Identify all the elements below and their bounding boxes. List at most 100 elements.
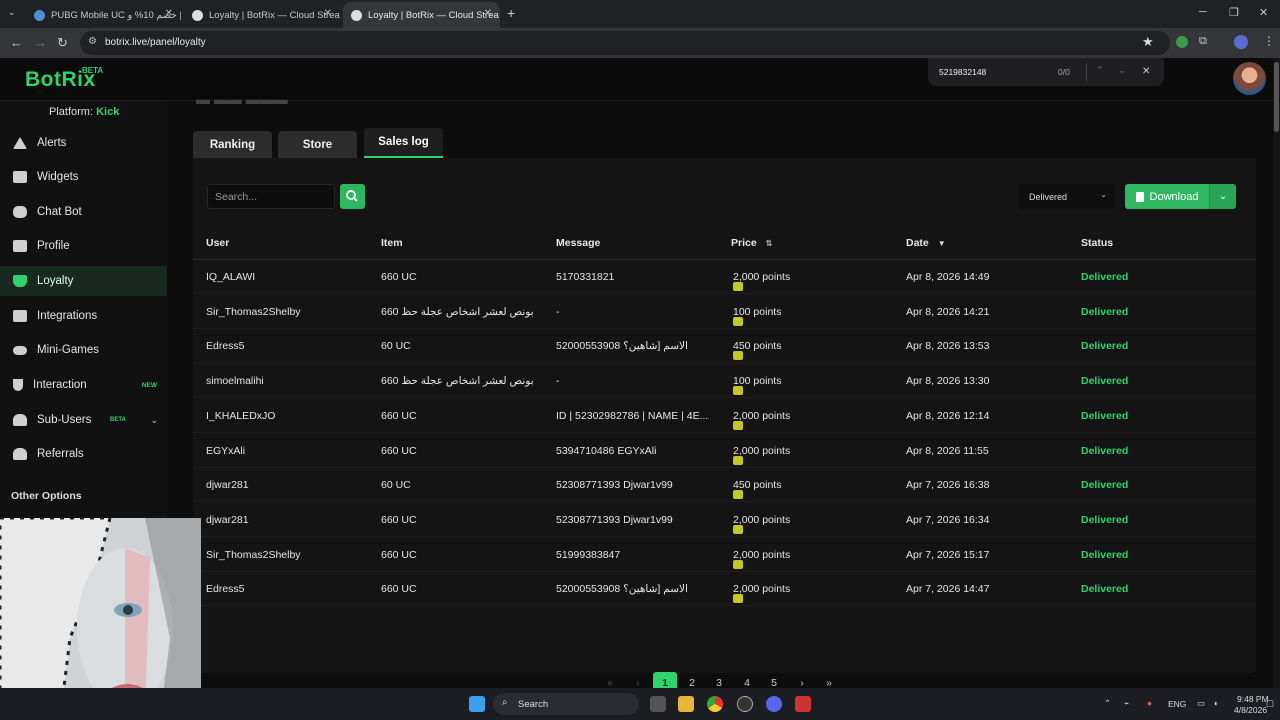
page-scrollbar[interactable] [1273, 58, 1280, 688]
close-tab-icon[interactable]: ✕ [165, 8, 173, 19]
sidebar-item-loyalty[interactable]: Loyalty [0, 266, 167, 296]
display-icon[interactable]: ▭ [1197, 698, 1205, 709]
sidebar-item-profile[interactable]: Profile [0, 231, 167, 261]
next-page-button[interactable]: › [790, 672, 814, 688]
search-input[interactable] [207, 184, 335, 209]
column-header-message[interactable]: Message [556, 237, 600, 249]
url-text: botrix.live/panel/loyalty [105, 37, 206, 48]
cell-date-text: Apr 8, 2026 13:30 [906, 375, 990, 388]
cell-item-text: 660 UC [381, 271, 417, 283]
download-options-toggle[interactable]: ⌄ [1209, 184, 1236, 209]
cell-price: 100 points [733, 375, 781, 396]
prev-page-button[interactable]: ‹ [626, 672, 650, 688]
tab-store[interactable]: Store [278, 131, 357, 158]
discord-icon[interactable] [766, 696, 782, 712]
close-tab-icon[interactable]: ✕ [324, 8, 332, 19]
extensions-puzzle-icon[interactable]: ⧉ [1199, 35, 1207, 48]
sidebar-item-alerts[interactable]: Alerts [0, 128, 167, 158]
clock-date[interactable]: 4/8/2026 [1234, 705, 1267, 715]
browser-tab-pubg[interactable]: PUBG Mobile UC خصم 10% و | ✕ [26, 2, 181, 28]
column-header-status[interactable]: Status [1081, 237, 1113, 249]
restore-icon[interactable]: ❐ [1229, 6, 1239, 19]
cell-status: Delivered [1081, 306, 1128, 318]
menu-icon[interactable]: ⋮ [1263, 34, 1275, 48]
close-window-icon[interactable]: ✕ [1259, 6, 1268, 19]
tab-list-icon[interactable]: ⌄ [8, 7, 16, 18]
microphone-icon[interactable]: ● [1147, 698, 1152, 708]
reload-icon[interactable]: ↻ [57, 35, 68, 51]
page-button[interactable]: 5 [762, 672, 786, 688]
column-header-price[interactable]: Price ⇅ [731, 237, 772, 249]
address-bar[interactable]: ⚙ botrix.live/panel/loyalty ★ [80, 31, 1170, 55]
page-button[interactable]: 2 [680, 672, 704, 688]
site-info-icon[interactable]: ⚙ [88, 36, 97, 47]
find-input[interactable]: 5219832148 [939, 67, 986, 77]
last-page-button[interactable]: » [817, 672, 841, 688]
bookmark-star-icon[interactable]: ★ [1142, 34, 1154, 50]
tab-title: PUBG Mobile UC خصم 10% و | [51, 9, 181, 21]
find-close-icon[interactable]: ✕ [1142, 66, 1150, 77]
sidebar-item-widgets[interactable]: Widgets [0, 162, 167, 192]
grid-icon [13, 171, 27, 183]
cell-status-text: Delivered [1081, 271, 1129, 283]
browser-toolbar: ← → ↻ ⚙ botrix.live/panel/loyalty ★ ⧉ ⋮ [0, 28, 1280, 58]
volume-icon[interactable]: ◖ [1213, 698, 1218, 708]
tab-ranking[interactable]: Ranking [193, 131, 272, 158]
page-button[interactable]: 3 [707, 672, 731, 688]
obs-icon[interactable] [737, 696, 753, 712]
cell-user-text: djwar281 [206, 479, 249, 492]
cell-price: 450 points [733, 340, 781, 361]
find-next-icon[interactable]: ⌄ [1118, 65, 1126, 76]
chevron-down-icon[interactable]: ⌄ [150, 415, 158, 426]
cell-status: Delivered [1081, 375, 1128, 387]
new-tab-button[interactable]: + [507, 5, 515, 21]
cell-message: - [556, 375, 560, 387]
minimize-icon[interactable]: ─ [1199, 6, 1207, 18]
coins-icon [733, 455, 743, 465]
taskbar-search[interactable]: ⌕ Search [493, 693, 639, 715]
column-header-item[interactable]: Item [381, 237, 403, 249]
column-header-date[interactable]: Date ▼ [906, 237, 946, 249]
notification-icon[interactable]: ▢ [1266, 698, 1274, 709]
network-icon[interactable]: ⌁ [1124, 698, 1129, 709]
page-button[interactable]: 1 [653, 672, 677, 688]
cell-message: 52000553908 الاسم [شاهين؟ [556, 583, 688, 595]
status-filter-select[interactable]: Delivered ⌄ [1019, 184, 1115, 209]
coins-icon [733, 490, 743, 500]
sidebar-item-mini-games[interactable]: Mini-Games [0, 335, 167, 365]
clock-time[interactable]: 9:48 PM [1237, 694, 1269, 704]
find-count: 0/0 [1058, 67, 1070, 77]
close-tab-icon[interactable]: ✕ [484, 8, 492, 19]
scroll-thumb[interactable] [1274, 62, 1279, 132]
file-explorer-icon[interactable] [678, 696, 694, 712]
first-page-button[interactable]: « [598, 672, 622, 688]
page-button[interactable]: 4 [735, 672, 759, 688]
avatar[interactable] [1233, 62, 1266, 95]
tab-sales-log[interactable]: Sales log [364, 128, 443, 158]
windows-start-icon[interactable] [469, 696, 485, 712]
cell-message: - [556, 306, 560, 318]
sidebar-item-referrals[interactable]: Referrals [0, 439, 167, 469]
cell-message-text: 52308771393 Djwar1v99 [556, 479, 673, 492]
column-header-user[interactable]: User [206, 237, 229, 249]
find-prev-icon[interactable]: ⌃ [1096, 65, 1104, 76]
extension-icon[interactable] [1176, 36, 1188, 48]
search-button[interactable] [340, 184, 365, 209]
sidebar-item-chat-bot[interactable]: Chat Bot [0, 197, 167, 227]
browser-tab-loyalty-1[interactable]: Loyalty | BotRix — Cloud Strea ✕ [184, 2, 340, 28]
platform-label-text: Platform: [49, 106, 94, 118]
browser-tab-loyalty-2[interactable]: Loyalty | BotRix — Cloud Strea ✕ [343, 2, 500, 28]
back-icon[interactable]: ← [10, 35, 23, 50]
sidebar-item-interaction[interactable]: Interaction NEW [0, 370, 167, 400]
profile-icon[interactable] [1234, 35, 1248, 49]
forward-icon[interactable]: → [34, 35, 47, 50]
table-row: djwar281 660 UC 52308771393 Djwar1v99 2,000… [193, 503, 1256, 537]
tray-chevron-icon[interactable]: ⌃ [1104, 698, 1111, 709]
language-indicator[interactable]: ENG [1168, 699, 1186, 709]
app-icon[interactable] [795, 696, 811, 712]
download-button[interactable]: Download [1125, 184, 1209, 209]
sidebar-item-integrations[interactable]: Integrations [0, 301, 167, 331]
chrome-icon[interactable] [707, 696, 723, 712]
sidebar-item-sub-users[interactable]: Sub-Users BETA ⌄ [0, 405, 167, 435]
task-view-icon[interactable] [650, 696, 666, 712]
